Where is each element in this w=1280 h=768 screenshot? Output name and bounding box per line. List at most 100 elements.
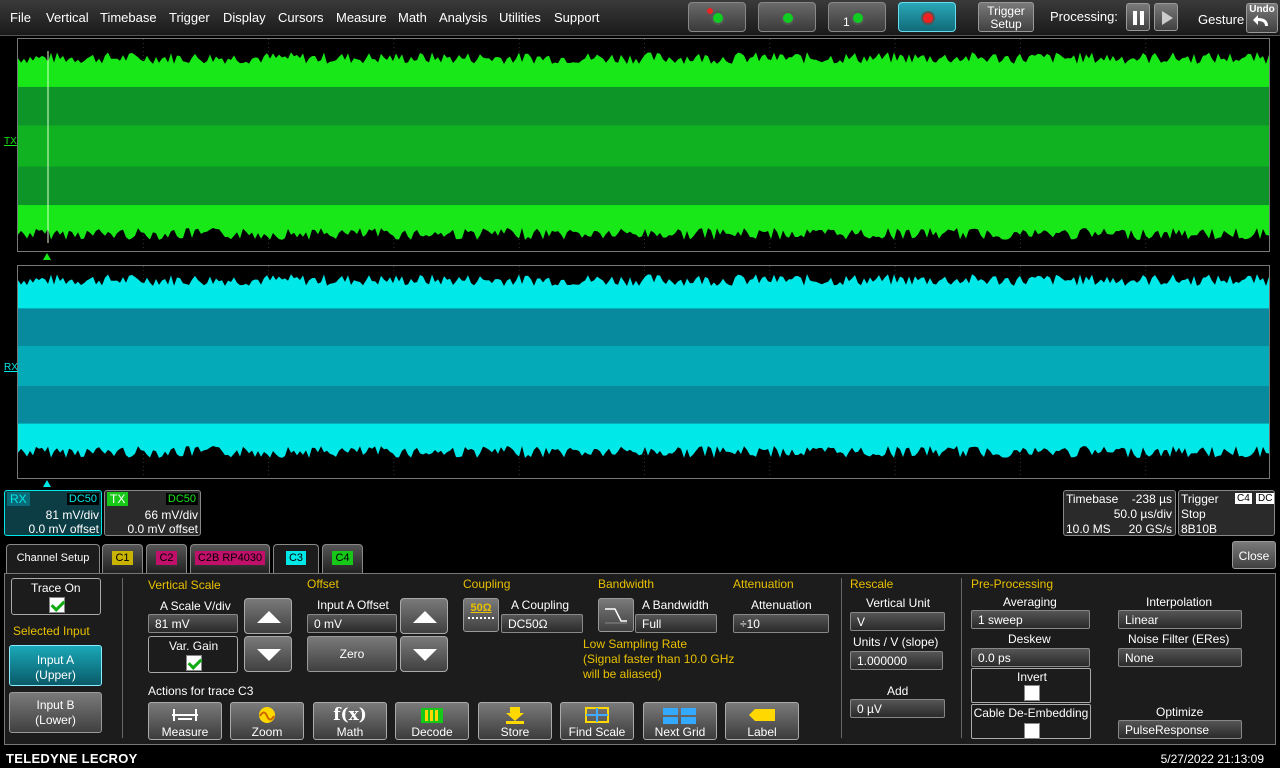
input-b-sublabel: (Lower) bbox=[35, 713, 76, 727]
menu-vertical[interactable]: Vertical bbox=[46, 10, 89, 25]
measure-button[interactable]: Measure bbox=[148, 702, 222, 740]
trace-on-toggle[interactable]: Trace On bbox=[11, 578, 101, 615]
offset-down-button[interactable] bbox=[400, 636, 448, 672]
find-scale-button[interactable]: Find Scale bbox=[560, 702, 634, 740]
input-b-button[interactable]: Input B (Lower) bbox=[9, 692, 102, 733]
menu-analysis[interactable]: Analysis bbox=[439, 10, 487, 25]
vertical-unit-input[interactable]: V bbox=[850, 612, 945, 631]
store-button[interactable]: Store bbox=[478, 702, 552, 740]
trigger-setup-button[interactable]: Trigger Setup bbox=[978, 2, 1034, 32]
store-icon bbox=[506, 707, 524, 724]
pause-button[interactable] bbox=[1126, 3, 1150, 31]
tab-c4[interactable]: C4 bbox=[322, 544, 363, 573]
optimize-select[interactable]: PulseResponse bbox=[1118, 720, 1242, 739]
trigger-light-icon bbox=[711, 11, 725, 25]
bandwidth-select[interactable]: Full bbox=[635, 614, 717, 633]
menu-file[interactable]: File bbox=[10, 10, 31, 25]
sampling-warning-1: Low Sampling Rate bbox=[583, 637, 688, 651]
rx-trace-label[interactable]: RX bbox=[4, 362, 18, 373]
tab-c2-label: C2 bbox=[156, 551, 177, 565]
trigger-setup-label-2: Setup bbox=[990, 17, 1022, 31]
timebase-per-div: 50.0 µs/div bbox=[1113, 507, 1172, 521]
undo-label: Undo bbox=[1249, 4, 1275, 15]
trigger-single-button[interactable]: 1 bbox=[828, 2, 886, 32]
var-gain-checkbox[interactable] bbox=[186, 655, 202, 671]
tab-c2b[interactable]: C2B RP4030 bbox=[190, 544, 270, 573]
label-button[interactable]: Label bbox=[725, 702, 799, 740]
scale-down-button[interactable] bbox=[244, 636, 292, 672]
var-gain-label: Var. Gain bbox=[169, 639, 219, 653]
invert-toggle[interactable]: Invert bbox=[971, 668, 1091, 703]
menu-measure[interactable]: Measure bbox=[336, 10, 387, 25]
play-button[interactable] bbox=[1154, 3, 1178, 31]
tab-c2[interactable]: C2 bbox=[146, 544, 187, 573]
timebase-descriptor[interactable]: Timebase -238 µs 50.0 µs/div 10.0 MS 20 … bbox=[1063, 490, 1176, 536]
selected-input-label: Selected Input bbox=[13, 624, 90, 638]
units-slope-input[interactable]: 1.000000 bbox=[850, 651, 943, 670]
tab-channel-setup[interactable]: Channel Setup bbox=[6, 544, 100, 573]
invert-checkbox[interactable] bbox=[1024, 685, 1040, 701]
close-button[interactable]: Close bbox=[1232, 541, 1276, 569]
grid-tx[interactable] bbox=[17, 38, 1270, 252]
pause-icon bbox=[1133, 11, 1137, 25]
trigger-normal-button[interactable] bbox=[758, 2, 816, 32]
menu-math[interactable]: Math bbox=[398, 10, 427, 25]
scale-input[interactable]: 81 mV bbox=[148, 614, 238, 633]
grid-rx[interactable] bbox=[17, 265, 1270, 479]
interpolation-select[interactable]: Linear bbox=[1118, 610, 1242, 629]
input-a-button[interactable]: Input A (Upper) bbox=[9, 645, 102, 686]
add-input[interactable]: 0 µV bbox=[850, 699, 945, 718]
cable-deembedding-checkbox[interactable] bbox=[1024, 723, 1040, 739]
math-button[interactable]: f(x) Math bbox=[313, 702, 387, 740]
cable-deembedding-toggle[interactable]: Cable De-Embedding bbox=[971, 704, 1091, 739]
offset-up-button[interactable] bbox=[400, 598, 448, 634]
scale-up-button[interactable] bbox=[244, 598, 292, 634]
arrow-up-icon bbox=[413, 611, 437, 623]
menu-display[interactable]: Display bbox=[223, 10, 266, 25]
units-slope-label: Units / V (slope) bbox=[853, 635, 939, 649]
menu-trigger[interactable]: Trigger bbox=[169, 10, 210, 25]
zoom-button[interactable]: Zoom bbox=[230, 702, 304, 740]
rx-coupling-badge: DC50 bbox=[66, 493, 99, 505]
tx-descriptor[interactable]: TX DC50 66 mV/div 0.0 mV offset bbox=[104, 490, 201, 536]
coupling-icon-button[interactable]: 50Ω bbox=[463, 598, 499, 632]
undo-button[interactable]: Undo bbox=[1246, 3, 1278, 33]
bandwidth-label: A Bandwidth bbox=[642, 598, 709, 612]
arrow-up-icon bbox=[257, 611, 281, 623]
var-gain-toggle[interactable]: Var. Gain bbox=[148, 636, 238, 673]
menu-utilities[interactable]: Utilities bbox=[499, 10, 541, 25]
single-label: 1 bbox=[843, 15, 850, 29]
tab-c1[interactable]: C1 bbox=[102, 544, 143, 573]
arrow-down-icon bbox=[257, 649, 281, 661]
timebase-rate: 20 GS/s bbox=[1128, 522, 1172, 536]
averaging-select[interactable]: 1 sweep bbox=[971, 610, 1090, 629]
coupling-50ohm-icon: 50Ω bbox=[470, 602, 492, 614]
offset-input[interactable]: 0 mV bbox=[307, 614, 397, 633]
coupling-select[interactable]: DC50Ω bbox=[501, 614, 583, 633]
vertical-unit-label: Vertical Unit bbox=[866, 596, 931, 610]
deskew-input[interactable]: 0.0 ps bbox=[971, 648, 1090, 667]
next-grid-button[interactable]: Next Grid bbox=[643, 702, 717, 740]
trace-on-label: Trace On bbox=[31, 581, 81, 595]
decode-button[interactable]: Decode bbox=[395, 702, 469, 740]
menu-cursors[interactable]: Cursors bbox=[278, 10, 324, 25]
menu-support[interactable]: Support bbox=[554, 10, 600, 25]
rx-waveform bbox=[18, 266, 1269, 478]
trigger-stop-button[interactable] bbox=[898, 2, 956, 32]
rx-descriptor[interactable]: RX DC50 81 mV/div 0.0 mV offset bbox=[4, 490, 102, 536]
noise-filter-select[interactable]: None bbox=[1118, 648, 1242, 667]
tab-c3[interactable]: C3 bbox=[273, 544, 319, 573]
trace-on-checkbox[interactable] bbox=[49, 597, 65, 613]
bandwidth-icon-button[interactable] bbox=[598, 598, 634, 632]
find-scale-label: Find Scale bbox=[568, 725, 626, 739]
trigger-descriptor[interactable]: Trigger C4 DC Stop 8B10B bbox=[1178, 490, 1275, 536]
auto-indicator-icon bbox=[707, 8, 713, 14]
trigger-auto-button[interactable] bbox=[688, 2, 746, 32]
menu-timebase[interactable]: Timebase bbox=[100, 10, 157, 25]
input-b-label: Input B bbox=[36, 698, 75, 712]
zero-button[interactable]: Zero bbox=[307, 636, 397, 672]
attenuation-select[interactable]: ÷10 bbox=[733, 614, 829, 633]
tx-trace-label[interactable]: TX bbox=[4, 136, 17, 147]
trigger-mode: Stop bbox=[1181, 507, 1206, 521]
play-icon bbox=[1162, 11, 1173, 25]
